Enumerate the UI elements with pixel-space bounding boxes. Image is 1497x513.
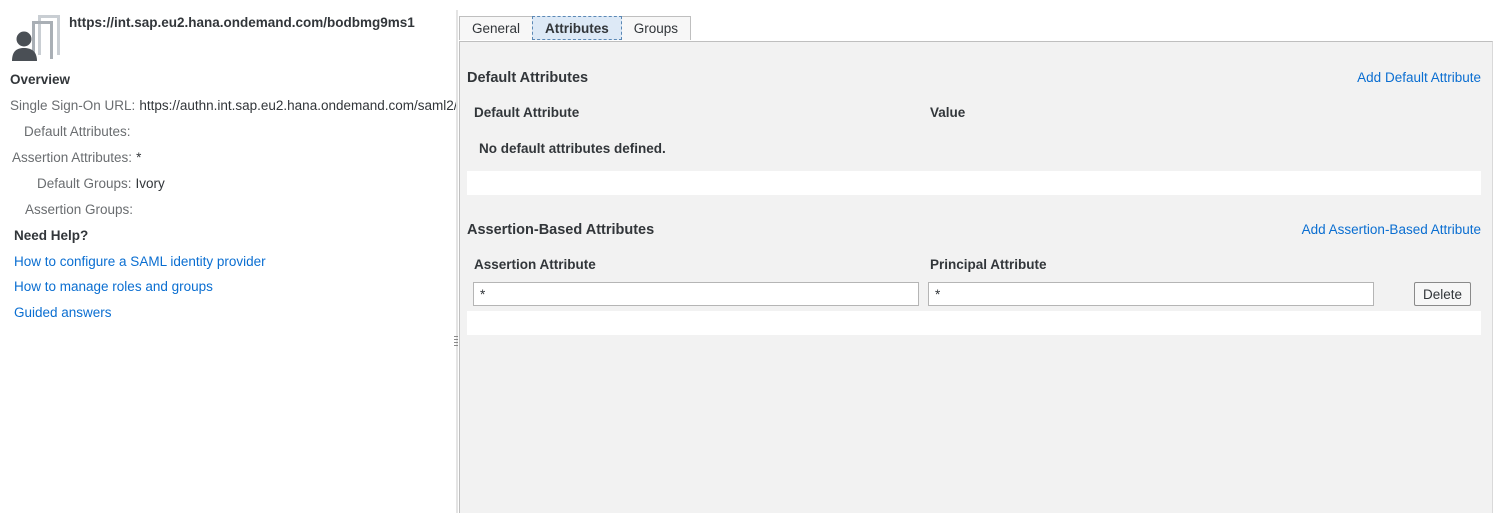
overview-row-assertion-groups: Assertion Groups:	[25, 202, 137, 217]
splitter-grip-icon[interactable]	[454, 336, 458, 348]
column-header-default-attribute: Default Attribute	[474, 105, 580, 120]
overview-heading: Overview	[10, 72, 71, 87]
column-header-assertion-attribute: Assertion Attribute	[474, 257, 596, 272]
identity-provider-title: https://int.sap.eu2.hana.ondemand.com/bo…	[69, 15, 415, 30]
overview-label: Assertion Attributes:	[12, 150, 133, 165]
add-default-attribute-link[interactable]: Add Default Attribute	[1357, 70, 1481, 85]
default-attributes-heading: Default Attributes	[467, 70, 589, 86]
overview-label: Single Sign-On URL:	[10, 98, 136, 113]
overview-value: *	[136, 150, 142, 165]
tab-attributes[interactable]: Attributes	[532, 16, 622, 40]
tab-general[interactable]: General	[459, 16, 534, 40]
user-document-icon	[12, 15, 60, 61]
overview-label: Default Attributes:	[24, 124, 131, 139]
overview-row-sso-url: Single Sign-On URL: https://authn.int.sap…	[10, 98, 456, 113]
delete-button[interactable]: Delete	[1414, 282, 1472, 306]
assertion-attribute-input[interactable]	[473, 282, 919, 306]
no-default-attributes-message: No default attributes defined.	[479, 141, 666, 156]
overview-value: https://authn.int.sap.eu2.hana.ondemand.…	[139, 98, 456, 113]
need-help-heading: Need Help?	[14, 228, 89, 243]
help-link-configure-saml[interactable]: How to configure a SAML identity provide…	[14, 254, 266, 269]
default-attributes-table-footer	[467, 171, 1481, 195]
help-link-manage-roles[interactable]: How to manage roles and groups	[14, 279, 213, 294]
help-link-guided-answers[interactable]: Guided answers	[14, 305, 112, 320]
overview-value: Ivory	[135, 176, 165, 191]
overview-row-assertion-attributes: Assertion Attributes: *	[12, 150, 141, 165]
tab-groups[interactable]: Groups	[620, 16, 692, 40]
attributes-panel: Default Attributes Add Default Attribute…	[459, 41, 1493, 513]
panel-splitter[interactable]	[456, 10, 458, 513]
column-header-value: Value	[930, 105, 966, 120]
assertion-attributes-heading: Assertion-Based Attributes	[467, 222, 655, 238]
tab-bar: General Attributes Groups	[459, 16, 692, 41]
column-header-principal-attribute: Principal Attribute	[930, 257, 1047, 272]
overview-label: Default Groups:	[37, 176, 132, 191]
overview-row-default-attributes: Default Attributes:	[24, 124, 135, 139]
add-assertion-attribute-link[interactable]: Add Assertion-Based Attribute	[1302, 222, 1481, 237]
assertion-attributes-table-footer	[467, 311, 1481, 335]
principal-attribute-input[interactable]	[928, 282, 1374, 306]
overview-label: Assertion Groups:	[25, 202, 134, 217]
identity-provider-details: https://int.sap.eu2.hana.ondemand.com/bo…	[0, 0, 456, 513]
overview-row-default-groups: Default Groups: Ivory	[37, 176, 165, 191]
